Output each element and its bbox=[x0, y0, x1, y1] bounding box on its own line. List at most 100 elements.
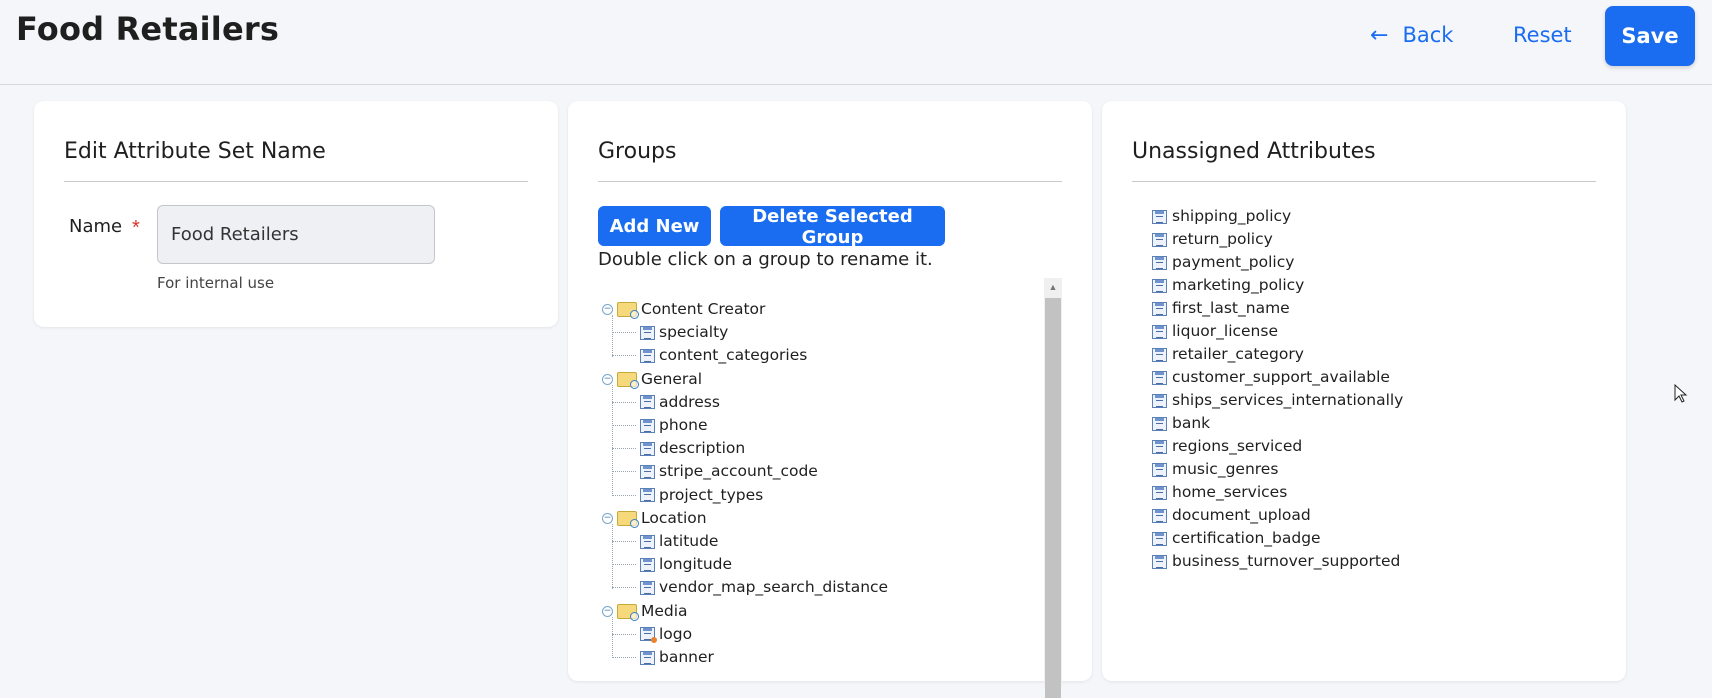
tree-connector bbox=[612, 471, 636, 473]
mouse-cursor-icon bbox=[1674, 384, 1688, 403]
unassigned-attribute[interactable]: bank bbox=[1152, 412, 1403, 435]
unassigned-attribute-label: home_services bbox=[1172, 483, 1288, 501]
required-indicator: * bbox=[132, 217, 140, 239]
attribute-icon bbox=[640, 534, 655, 549]
edit-panel-title: Edit Attribute Set Name bbox=[64, 139, 326, 164]
reset-button[interactable]: Reset bbox=[1513, 18, 1572, 52]
tree-attribute-label: stripe_account_code bbox=[659, 462, 818, 481]
tree-attribute[interactable]: stripe_account_code bbox=[640, 460, 818, 482]
divider bbox=[64, 181, 528, 182]
folder-icon bbox=[617, 510, 639, 528]
divider bbox=[598, 181, 1062, 182]
unassigned-attribute[interactable]: regions_serviced bbox=[1152, 435, 1403, 458]
tree-attribute-label: longitude bbox=[659, 555, 733, 574]
add-new-group-button[interactable]: Add New bbox=[598, 206, 711, 246]
unassigned-attribute[interactable]: marketing_policy bbox=[1152, 274, 1403, 297]
tree-attribute[interactable]: address bbox=[640, 391, 720, 413]
tree-attribute[interactable]: latitude bbox=[640, 530, 718, 552]
tree-attribute[interactable]: phone bbox=[640, 414, 708, 436]
tree-group-label: Media bbox=[641, 601, 688, 620]
collapse-icon[interactable]: − bbox=[602, 512, 613, 524]
unassigned-attribute-label: business_turnover_supported bbox=[1172, 552, 1401, 570]
tree-connector bbox=[612, 401, 636, 403]
save-button[interactable]: Save bbox=[1605, 6, 1695, 66]
attribute-icon bbox=[640, 325, 655, 340]
back-button[interactable]: ← Back bbox=[1370, 18, 1453, 52]
tree-attribute[interactable]: project_types bbox=[640, 484, 763, 506]
tree-attribute[interactable]: logo bbox=[640, 623, 692, 645]
tree-group-label: Content Creator bbox=[641, 300, 766, 318]
delete-selected-group-button[interactable]: Delete Selected Group bbox=[720, 206, 945, 248]
attribute-icon bbox=[640, 441, 655, 456]
tree-group[interactable]: − Location bbox=[602, 507, 707, 529]
unassigned-attribute[interactable]: return_policy bbox=[1152, 228, 1403, 251]
attribute-icon bbox=[1152, 554, 1167, 569]
tree-attribute[interactable]: vendor_map_search_distance bbox=[640, 576, 888, 598]
attribute-icon bbox=[1152, 255, 1167, 270]
tree-scrollbar[interactable]: ▲ bbox=[1044, 278, 1062, 698]
tree-group[interactable]: − General bbox=[602, 368, 702, 390]
divider bbox=[1132, 181, 1596, 182]
attribute-icon bbox=[640, 464, 655, 479]
image-attribute-icon bbox=[640, 650, 655, 665]
tree-attribute[interactable]: content_categories bbox=[640, 344, 807, 366]
unassigned-attribute-label: ships_services_internationally bbox=[1172, 391, 1404, 409]
rename-hint: Double click on a group to rename it. bbox=[598, 249, 933, 270]
unassigned-attribute[interactable]: business_turnover_supported bbox=[1152, 550, 1403, 573]
unassigned-attribute[interactable]: document_upload bbox=[1152, 504, 1403, 527]
tree-group[interactable]: − Content Creator bbox=[602, 298, 765, 320]
edit-name-panel: Edit Attribute Set Name Name * For inter… bbox=[34, 101, 558, 327]
unassigned-attribute-label: retailer_category bbox=[1172, 345, 1304, 363]
collapse-icon[interactable]: − bbox=[602, 605, 613, 617]
attribute-icon bbox=[1152, 278, 1167, 293]
back-label: Back bbox=[1402, 23, 1454, 47]
unassigned-attribute[interactable]: liquor_license bbox=[1152, 320, 1403, 343]
folder-icon bbox=[617, 371, 639, 389]
attribute-icon bbox=[640, 348, 655, 363]
tree-connector bbox=[612, 384, 613, 496]
tree-connector bbox=[612, 494, 636, 496]
tree-attribute[interactable]: specialty bbox=[640, 321, 728, 343]
unassigned-attribute[interactable]: certification_badge bbox=[1152, 527, 1403, 550]
attribute-icon bbox=[640, 488, 655, 503]
tree-attribute[interactable]: description bbox=[640, 437, 745, 459]
tree-attribute-label: specialty bbox=[659, 323, 729, 342]
scroll-thumb[interactable] bbox=[1045, 298, 1061, 698]
unassigned-attribute-label: marketing_policy bbox=[1172, 276, 1305, 294]
unassigned-attributes-panel: Unassigned Attributes shipping_policy ret… bbox=[1102, 101, 1626, 681]
attribute-icon bbox=[1152, 347, 1167, 362]
tree-attribute-label: logo bbox=[659, 624, 693, 643]
tree-connector bbox=[612, 448, 636, 450]
scroll-up-icon[interactable]: ▲ bbox=[1044, 278, 1062, 296]
page-title: Food Retailers bbox=[16, 10, 280, 48]
unassigned-attribute[interactable]: payment_policy bbox=[1152, 251, 1403, 274]
tree-connector bbox=[612, 587, 636, 589]
unassigned-attribute[interactable]: retailer_category bbox=[1152, 343, 1403, 366]
unassigned-attribute[interactable]: shipping_policy bbox=[1152, 205, 1403, 228]
collapse-icon[interactable]: − bbox=[602, 304, 613, 315]
tree-connector bbox=[612, 541, 636, 542]
unassigned-attribute-label: liquor_license bbox=[1172, 322, 1278, 340]
unassigned-attribute[interactable]: music_genres bbox=[1152, 458, 1403, 481]
unassigned-attribute[interactable]: home_services bbox=[1152, 481, 1403, 504]
collapse-icon[interactable]: − bbox=[602, 373, 613, 385]
attribute-icon bbox=[640, 395, 655, 410]
tree-group[interactable]: − Media bbox=[602, 600, 688, 622]
unassigned-attribute-label: bank bbox=[1172, 414, 1211, 432]
tree-attribute-label: banner bbox=[659, 648, 714, 666]
attribute-icon bbox=[640, 580, 655, 595]
unassigned-attribute-label: payment_policy bbox=[1172, 253, 1295, 271]
attribute-icon bbox=[1152, 393, 1167, 408]
unassigned-attribute[interactable]: first_last_name bbox=[1152, 297, 1403, 320]
unassigned-attribute-label: shipping_policy bbox=[1172, 207, 1292, 225]
tree-attribute-label: vendor_map_search_distance bbox=[659, 578, 889, 597]
attribute-icon bbox=[1152, 370, 1167, 385]
tree-connector bbox=[612, 657, 636, 658]
tree-connector bbox=[612, 332, 636, 334]
attribute-icon bbox=[1152, 531, 1167, 546]
name-input[interactable] bbox=[157, 205, 435, 264]
unassigned-attribute[interactable]: customer_support_available bbox=[1152, 366, 1403, 389]
tree-attribute[interactable]: longitude bbox=[640, 553, 732, 575]
unassigned-attribute[interactable]: ships_services_internationally bbox=[1152, 389, 1403, 412]
groups-tree[interactable]: − Content Creator specialty content_categor… bbox=[598, 278, 1062, 688]
